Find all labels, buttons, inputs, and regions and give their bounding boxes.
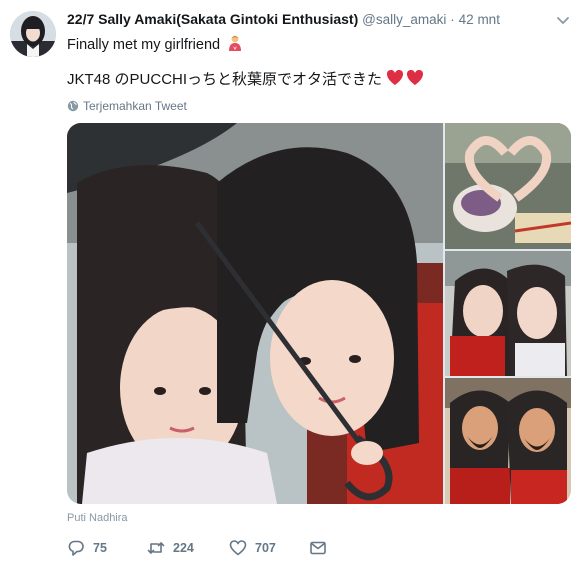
photo-selfie-two[interactable] <box>445 251 571 376</box>
like-count: 707 <box>255 541 276 555</box>
globe-icon <box>67 100 79 112</box>
couple-emoji <box>226 34 244 52</box>
photo-face-filter[interactable] <box>445 378 571 504</box>
photo-hands-heart[interactable] <box>445 123 571 249</box>
retweet-button[interactable]: 224 <box>147 537 194 559</box>
timestamp[interactable]: 42 mnt <box>459 12 500 27</box>
avatar[interactable] <box>10 11 56 57</box>
tweet-actions: 75 224 707 <box>67 537 367 559</box>
retweet-icon <box>147 539 165 557</box>
tweet-text-line1: Finally met my girlfriend <box>67 34 244 54</box>
heart-icon <box>229 539 247 557</box>
like-button[interactable]: 707 <box>229 537 276 559</box>
photo-credit: Puti Nadhira <box>67 512 128 524</box>
author-handle[interactable]: @sally_amaki <box>362 12 446 27</box>
tweet-text-line2: JKT48 のPUCCHIっちと秋葉原でオタ活できた <box>67 69 426 90</box>
separator: · <box>450 12 455 27</box>
tweet-text-1: Finally met my girlfriend <box>67 37 221 53</box>
envelope-icon <box>309 539 327 557</box>
media-grid[interactable] <box>67 123 571 504</box>
tweet: 22/7 Sally Amaki(Sakata Gintoki Enthusia… <box>0 0 583 566</box>
reply-count: 75 <box>93 541 107 555</box>
photo-main[interactable] <box>67 123 443 504</box>
translate-link[interactable]: Terjemahkan Tweet <box>67 99 187 113</box>
reply-icon <box>67 539 85 557</box>
chevron-down-icon[interactable] <box>555 12 571 28</box>
direct-message-button[interactable] <box>309 537 327 559</box>
translate-label: Terjemahkan Tweet <box>83 99 187 113</box>
tweet-text-2: JKT48 のPUCCHIっちと秋葉原でオタ活できた <box>67 71 383 88</box>
author-name[interactable]: 22/7 Sally Amaki(Sakata Gintoki Enthusia… <box>67 11 358 27</box>
retweet-count: 224 <box>173 541 194 555</box>
tweet-header: 22/7 Sally Amaki(Sakata Gintoki Enthusia… <box>67 11 547 31</box>
red-hearts-emoji <box>386 69 426 87</box>
reply-button[interactable]: 75 <box>67 537 107 559</box>
